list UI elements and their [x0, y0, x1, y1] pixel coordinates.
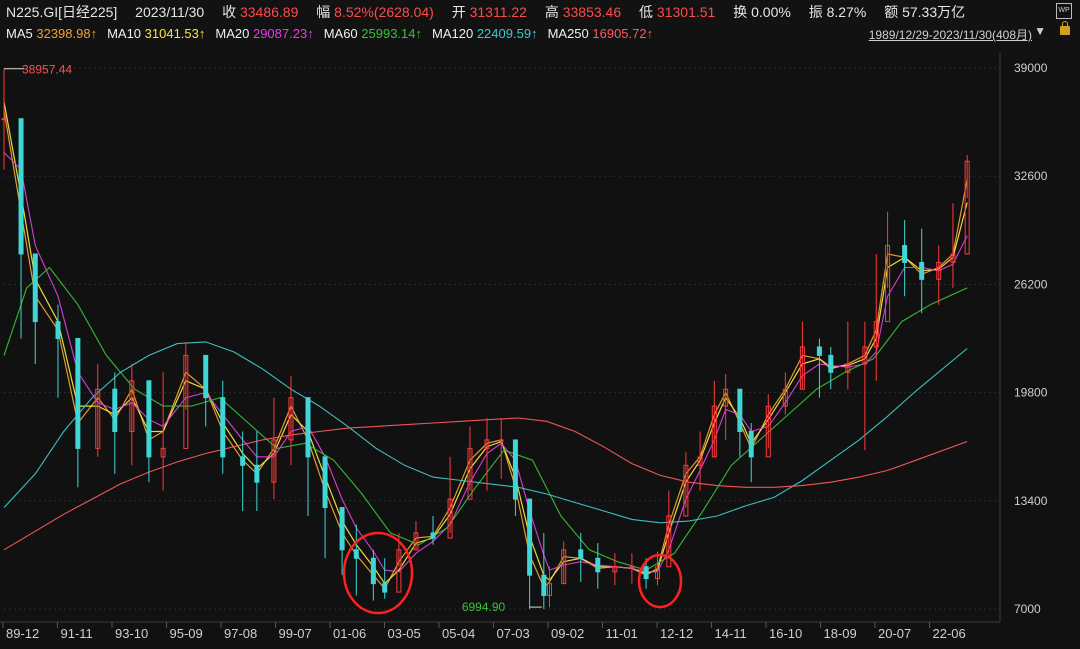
candle-body — [498, 439, 504, 442]
x-tick-label: 18-09 — [824, 626, 857, 641]
candle-body — [512, 439, 518, 500]
candle-body — [578, 549, 584, 559]
candle-body — [305, 397, 311, 458]
high-annotation: 38957.44 — [22, 63, 72, 77]
x-tick-label: 99-07 — [279, 626, 312, 641]
candle-body — [527, 498, 533, 576]
kline-chart[interactable]: 7000 13400 19800 26200 32600 39000 89-12 91-11… — [0, 0, 1080, 649]
x-tick-label: 11-01 — [606, 626, 638, 641]
x-tick-label: 07-03 — [497, 626, 530, 641]
x-tick-label: 95-09 — [170, 626, 203, 641]
x-tick-label: 91-11 — [61, 626, 93, 641]
candle-body — [254, 464, 260, 483]
candle-body — [220, 397, 226, 458]
candle-body — [541, 574, 547, 596]
x-tick-label: 20-07 — [878, 626, 911, 641]
candle-body — [339, 507, 345, 551]
x-tick-label: 01-06 — [333, 626, 366, 641]
candle-body — [203, 354, 209, 399]
low-annotation: 6994.90 — [462, 600, 506, 614]
x-tick-label: 16-10 — [769, 626, 802, 641]
candle-body — [146, 380, 152, 458]
ma-line-ma10 — [3, 101, 968, 585]
candle-body — [737, 388, 743, 432]
x-tick-label: 03-05 — [388, 626, 421, 641]
y-tick-label: 7000 — [1014, 602, 1041, 616]
candle-body — [370, 557, 376, 585]
ma-line-ma5 — [3, 110, 968, 590]
y-tick-label: 39000 — [1014, 61, 1048, 75]
candle-body — [1, 118, 7, 121]
candle-body — [643, 566, 649, 580]
candle-body — [112, 388, 118, 432]
moving-average-lines — [3, 101, 968, 590]
candle-body — [18, 118, 24, 255]
chart-grid — [4, 67, 1000, 610]
y-tick-label: 26200 — [1014, 277, 1048, 291]
y-axis: 7000 13400 19800 26200 32600 39000 — [999, 52, 1048, 622]
candle-body — [240, 456, 246, 466]
x-tick-label: 14-11 — [715, 626, 747, 641]
x-tick-label: 22-06 — [933, 626, 966, 641]
candle-body — [816, 346, 822, 356]
candle-body — [902, 245, 908, 263]
candle-body — [322, 456, 328, 509]
candle-body — [382, 583, 388, 593]
x-tick-label: 89-12 — [6, 626, 39, 641]
candle-body — [595, 557, 601, 573]
candle-body — [353, 549, 359, 559]
x-tick-label: 05-04 — [442, 626, 475, 641]
candle-body — [919, 261, 925, 280]
candle-body — [32, 253, 38, 323]
y-tick-label: 13400 — [1014, 494, 1048, 508]
kline-window: N225.GI[日经225] 2023/11/30 收 33486.89 幅 8… — [0, 0, 1080, 649]
candle-body — [75, 338, 81, 449]
candlesticks — [1, 68, 970, 610]
x-tick-label: 93-10 — [115, 626, 148, 641]
y-tick-label: 32600 — [1014, 169, 1048, 183]
candle-body — [828, 354, 834, 373]
x-axis: 89-12 91-11 93-10 95-09 97-08 99-07 01-06 03-05… — [0, 621, 1000, 641]
candle-body — [430, 532, 436, 539]
x-tick-label: 12-12 — [660, 626, 693, 641]
x-tick-label: 09-02 — [551, 626, 584, 641]
candle-body — [55, 321, 61, 339]
y-tick-label: 19800 — [1014, 386, 1048, 400]
candle-body — [629, 566, 635, 569]
x-tick-label: 97-08 — [224, 626, 257, 641]
candle-body — [748, 430, 754, 458]
